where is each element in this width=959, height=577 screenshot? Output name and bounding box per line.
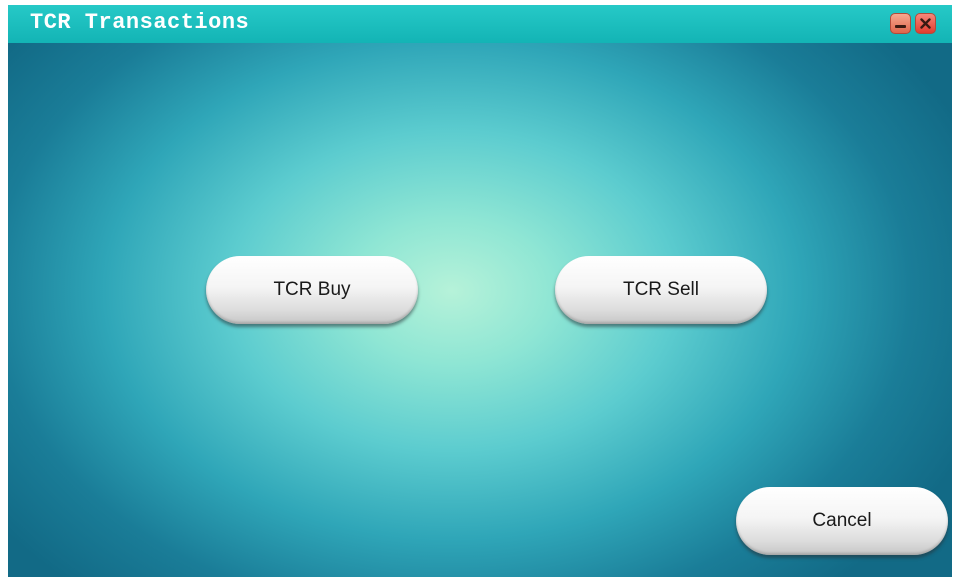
minimize-button[interactable] bbox=[890, 13, 911, 34]
tcr-sell-button[interactable]: TCR Sell bbox=[555, 256, 767, 324]
close-button[interactable] bbox=[915, 13, 936, 34]
close-icon bbox=[920, 18, 931, 29]
title-bar: TCR Transactions bbox=[8, 5, 952, 43]
tcr-buy-button[interactable]: TCR Buy bbox=[206, 256, 418, 324]
cancel-button[interactable]: Cancel bbox=[736, 487, 948, 555]
window-title: TCR Transactions bbox=[30, 10, 250, 35]
tcr-transactions-window: TCR Transactions TCR Buy TCR Sell Cancel bbox=[8, 5, 952, 577]
